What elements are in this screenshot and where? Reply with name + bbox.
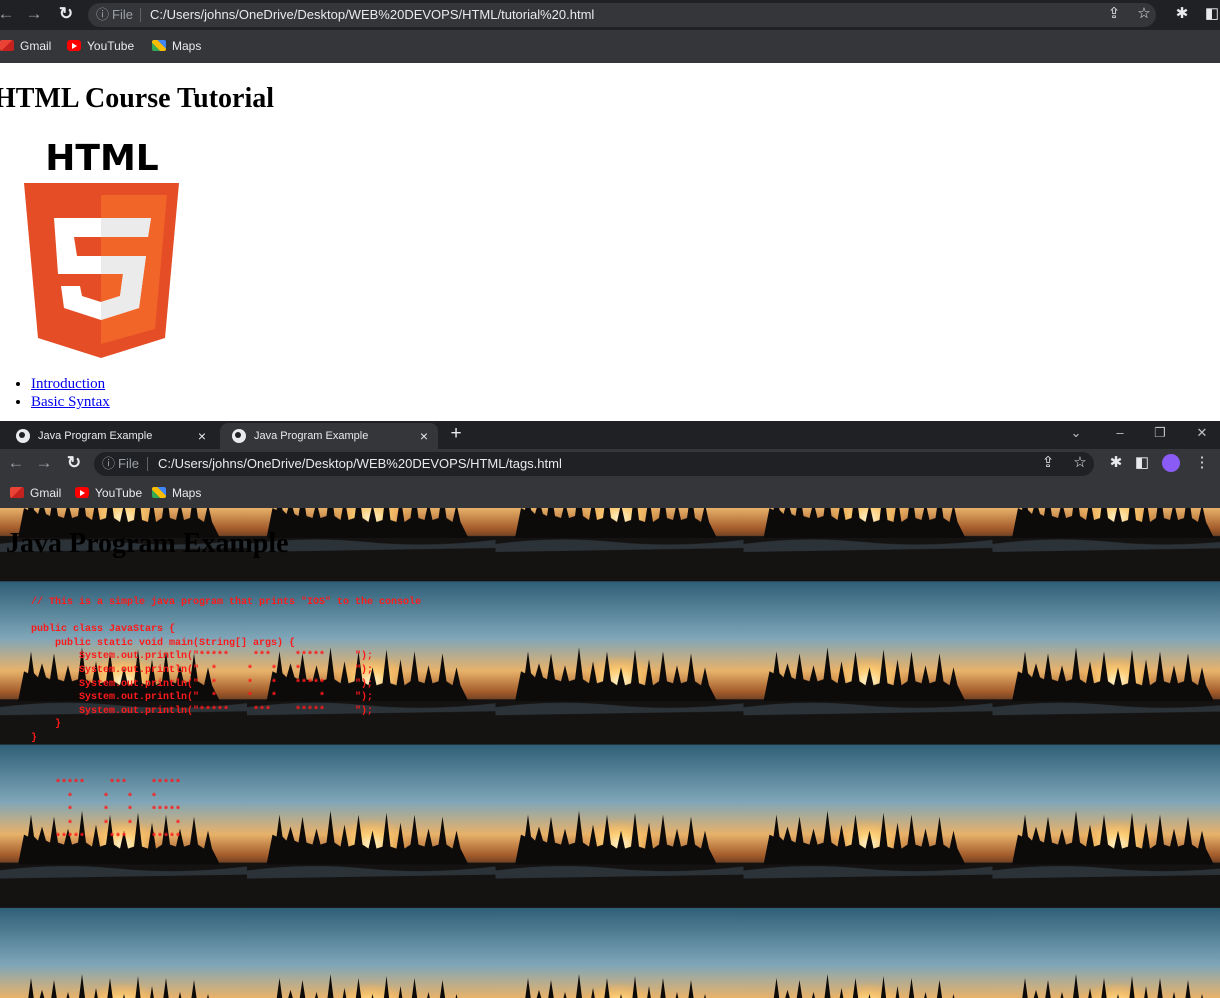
maps-icon <box>152 487 166 498</box>
gmail-icon <box>0 40 14 51</box>
list-item: Introduction <box>31 375 110 393</box>
bottom-tab-strip: Java Program Example × Java Program Exam… <box>0 421 1220 449</box>
globe-icon <box>232 429 246 443</box>
bookmark-youtube[interactable]: YouTube <box>75 484 142 502</box>
bookmark-maps[interactable]: Maps <box>152 37 201 55</box>
bookmark-youtube[interactable]: YouTube <box>67 37 134 55</box>
youtube-icon <box>75 487 89 498</box>
youtube-icon <box>67 40 81 51</box>
side-panel-icon[interactable]: ◧ <box>1202 4 1220 24</box>
bottom-browser-toolbar: ← → ↻ ⓘ File C:/Users/johns/OneDrive/Des… <box>0 449 1220 479</box>
top-browser-toolbar: ← → ↻ ⓘ File C:/Users/johns/OneDrive/Des… <box>0 0 1220 30</box>
forward-arrow-icon[interactable]: → <box>24 4 44 24</box>
link-list: Introduction Basic Syntax <box>31 375 110 411</box>
url-text[interactable]: C:/Users/johns/OneDrive/Desktop/WEB%20DE… <box>150 3 594 27</box>
bookmark-gmail[interactable]: Gmail <box>0 37 51 55</box>
list-item: Basic Syntax <box>31 393 110 411</box>
omnibox-divider <box>140 8 141 22</box>
bookmark-maps[interactable]: Maps <box>152 484 201 502</box>
page-heading: HTML Course Tutorial <box>0 83 275 114</box>
address-bar[interactable]: ⓘ File C:/Users/johns/OneDrive/Desktop/W… <box>94 452 1094 476</box>
tab-search-icon[interactable]: ⌄ <box>1056 421 1096 447</box>
bookmark-gmail[interactable]: Gmail <box>10 484 61 502</box>
java-code-block: // This is a simple java program that pr… <box>31 597 422 744</box>
share-icon[interactable]: ⇪ <box>1038 453 1058 473</box>
back-arrow-icon[interactable]: ← <box>0 4 16 24</box>
minimize-icon[interactable]: – <box>1100 421 1140 447</box>
html5-logo: HTML <box>24 138 179 358</box>
background-photo-tiles <box>0 508 1220 998</box>
tab-close-icon[interactable]: × <box>198 423 206 449</box>
java-example-page: Java Program Example // This is a simple… <box>0 508 1220 998</box>
scheme-label: File <box>112 7 133 22</box>
bottom-bookmarks-bar: Gmail YouTube Maps <box>0 479 1220 508</box>
star-icon[interactable]: ☆ <box>1134 4 1154 24</box>
close-window-icon[interactable]: ✕ <box>1182 421 1220 447</box>
gmail-icon <box>10 487 24 498</box>
side-panel-icon[interactable]: ◧ <box>1132 453 1152 473</box>
maps-icon <box>152 40 166 51</box>
scheme-label: File <box>118 456 139 471</box>
share-icon[interactable]: ⇪ <box>1104 4 1124 24</box>
tab-java-2[interactable]: Java Program Example × <box>220 423 438 449</box>
url-text[interactable]: C:/Users/johns/OneDrive/Desktop/WEB%20DE… <box>158 452 562 476</box>
back-arrow-icon[interactable]: ← <box>6 453 26 473</box>
star-icon[interactable]: ☆ <box>1070 453 1090 473</box>
reload-icon[interactable]: ↻ <box>56 4 76 24</box>
omnibox-divider <box>147 457 148 471</box>
tab-close-icon[interactable]: × <box>420 423 428 449</box>
puzzle-icon[interactable]: ✱ <box>1106 453 1126 473</box>
ios-stars-output: ***** *** ***** * * * * * * * ***** * * … <box>55 779 182 845</box>
introduction-link[interactable]: Introduction <box>31 376 105 392</box>
top-bookmarks-bar: Gmail YouTube Maps <box>0 30 1220 63</box>
tab-java-1[interactable]: Java Program Example × <box>4 423 216 449</box>
logo-html-text: HTML <box>45 138 158 179</box>
address-bar[interactable]: ⓘ File C:/Users/johns/OneDrive/Desktop/W… <box>88 3 1156 27</box>
profile-avatar[interactable] <box>1162 454 1180 472</box>
puzzle-icon[interactable]: ✱ <box>1172 4 1192 24</box>
info-icon[interactable]: ⓘ <box>102 452 115 476</box>
page-heading: Java Program Example <box>6 528 289 559</box>
menu-kebab-icon[interactable]: ⋮ <box>1192 453 1212 473</box>
reload-icon[interactable]: ↻ <box>64 453 84 473</box>
forward-arrow-icon[interactable]: → <box>34 453 54 473</box>
tutorial-page: HTML Course Tutorial HTML Introduction B… <box>0 63 1220 421</box>
globe-icon <box>16 429 30 443</box>
new-tab-icon[interactable]: + <box>444 422 468 446</box>
restore-icon[interactable]: ❐ <box>1140 421 1180 447</box>
info-icon[interactable]: ⓘ <box>96 3 109 27</box>
basic-syntax-link[interactable]: Basic Syntax <box>31 394 110 410</box>
